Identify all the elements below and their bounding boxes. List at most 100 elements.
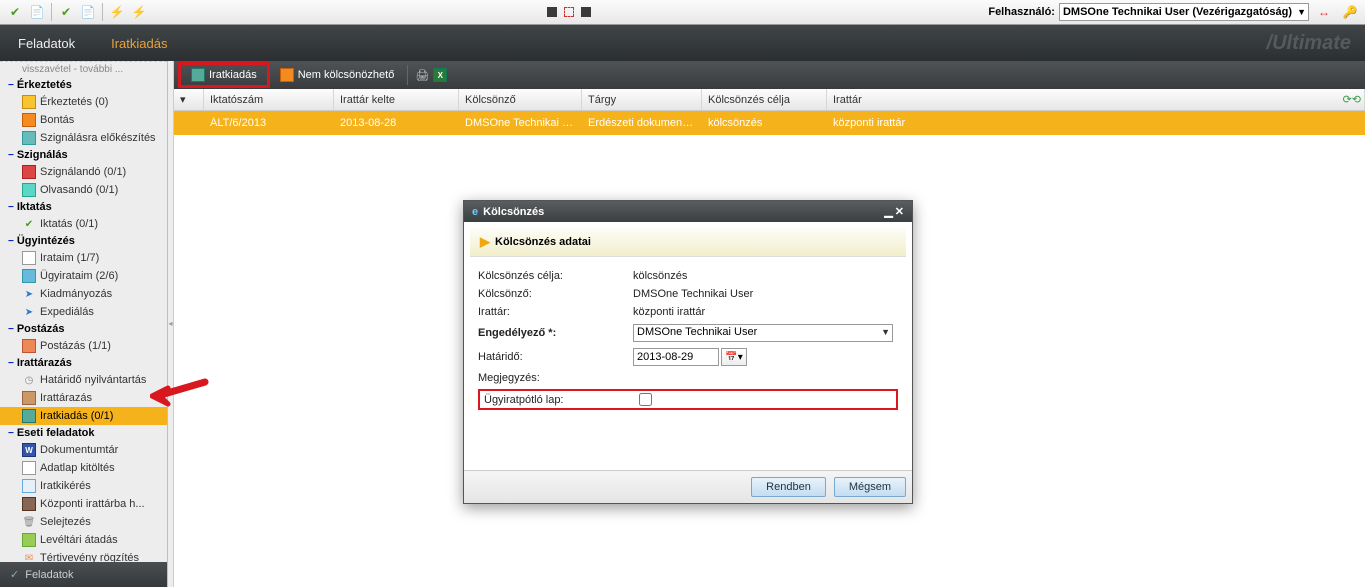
collapse-icon: − [8, 428, 14, 439]
sidebar-item-irattarazas[interactable]: Irattárazás [0, 389, 167, 407]
sidebar-item-szignalasra[interactable]: Szignálásra előkészítés [0, 129, 167, 147]
sidebar-item-ugyirataim[interactable]: Ügyirataim (2/6) [0, 267, 167, 285]
table-row[interactable]: ÁLT/6/2013 2013-08-28 DMSOne Technikai U… [174, 111, 1365, 135]
dialog-titlebar[interactable]: e Kölcsönzés ▁ ✕ [464, 201, 912, 222]
th-irattar[interactable]: Irattár [827, 89, 1365, 110]
separator [51, 3, 52, 21]
th-celja[interactable]: Kölcsönzés célja [702, 89, 827, 110]
sidebar-item-iktatas[interactable]: ✔Iktatás (0/1) [0, 215, 167, 233]
dialog-spacer [464, 418, 912, 470]
separator [407, 65, 408, 85]
sidebar-item-iratkikeres[interactable]: Iratkikérés [0, 477, 167, 495]
th-selector[interactable]: ▾ [174, 89, 204, 110]
hatarido-input[interactable] [633, 348, 719, 366]
sidebar-item-dokumentumtar[interactable]: WDokumentumtár [0, 441, 167, 459]
search-doc-icon [22, 479, 36, 493]
sidebar-item-erkeztetes[interactable]: Érkeztetés (0) [0, 93, 167, 111]
clock-icon: ◷ [22, 373, 36, 387]
bolt-icon[interactable]: ⚡ [131, 4, 147, 20]
th-kelte[interactable]: Irattár kelte [334, 89, 459, 110]
sidebar-group-erkeztetes[interactable]: −Érkeztetés [0, 77, 167, 93]
window-icon[interactable] [547, 7, 557, 17]
sidebar-item-bontas[interactable]: Bontás [0, 111, 167, 129]
dialog-footer: Rendben Mégsem [464, 470, 912, 503]
archive-icon [22, 497, 36, 511]
nem-kolcsonozheto-button[interactable]: Nem kölcsönözhető [274, 66, 401, 84]
sidebar-group-iktatas[interactable]: −Iktatás [0, 199, 167, 215]
row-hatarido: Határidő: 📅▾ [478, 345, 898, 369]
sidebar-item-olvasando[interactable]: Olvasandó (0/1) [0, 181, 167, 199]
dialog-title: Kölcsönzés [483, 206, 544, 218]
sidebar: visszavétel - további ... −Érkeztetés Ér… [0, 61, 168, 587]
doc-icon [22, 131, 36, 145]
doc-icon [22, 251, 36, 265]
user-select[interactable]: DMSOne Technikai User (Vezérigazgatóság) [1059, 3, 1309, 21]
sidebar-group-szignalas[interactable]: −Szignálás [0, 147, 167, 163]
flag-icon [22, 165, 36, 179]
check-icon[interactable]: ✔ [7, 4, 23, 20]
label-megjegyzes: Megjegyzés: [478, 372, 633, 384]
iratkiadas-button[interactable]: Iratkiadás [185, 66, 263, 84]
sidebar-item-tertiveveny[interactable]: ✉Tértivevény rögzítés [0, 549, 167, 562]
engedelyezo-select[interactable]: DMSOne Technikai User [633, 324, 893, 342]
sidebar-item-postazas[interactable]: Postázás (1/1) [0, 337, 167, 355]
sidebar-item-irataim[interactable]: Irataim (1/7) [0, 249, 167, 267]
docs-icon [22, 269, 36, 283]
row-kolcsonzo: Kölcsönző: DMSOne Technikai User [478, 285, 898, 303]
logout-icon[interactable]: ↔ [1316, 4, 1332, 20]
collapse-icon: − [8, 358, 14, 369]
doc-icon[interactable]: 📄 [29, 4, 45, 20]
sidebar-item-kozponti[interactable]: Központi irattárba h... [0, 495, 167, 513]
window-dashed-icon[interactable] [564, 7, 574, 17]
date-picker-button[interactable]: 📅▾ [721, 348, 747, 366]
arrow-icon: ➤ [22, 287, 36, 301]
receipt-icon: ✉ [22, 551, 36, 562]
sidebar-item-szignalando[interactable]: Szignálandó (0/1) [0, 163, 167, 181]
sidebar-item-iratkiadas[interactable]: Iratkiadás (0/1) [0, 407, 167, 425]
print-icon[interactable]: 🖨 [415, 68, 429, 82]
key-icon[interactable]: 🔑 [1342, 4, 1358, 20]
excel-icon[interactable]: X [433, 68, 447, 82]
label-hatarido: Határidő: [478, 351, 633, 363]
rendben-button[interactable]: Rendben [751, 477, 826, 497]
th-kolcsonzo[interactable]: Kölcsönző [459, 89, 582, 110]
user-label: Felhasználó: [988, 6, 1055, 18]
ugyiratpotlo-checkbox[interactable] [639, 393, 652, 406]
row-ugyiratpotlo: Ügyiratpótló lap: [478, 389, 898, 410]
sidebar-item-hatarido[interactable]: ◷Határidő nyilvántartás [0, 371, 167, 389]
action-bar: Iratkiadás Nem kölcsönözhető 🖨 X [174, 61, 1365, 89]
check-icon: ✔ [22, 217, 36, 231]
mail-icon [22, 339, 36, 353]
row-irattar: Irattár: központi irattár [478, 303, 898, 321]
check-icon[interactable]: ✔ [58, 4, 74, 20]
window-icon[interactable] [581, 7, 591, 17]
sidebar-item-kiadmanyzas[interactable]: ➤Kiadmányozás [0, 285, 167, 303]
label-irattar: Irattár: [478, 306, 633, 318]
tab-iratkiadas[interactable]: Iratkiadás [93, 25, 185, 61]
label-engedelyezo: Engedélyező *: [478, 327, 633, 339]
td-irattar: központi irattár [827, 117, 1365, 129]
th-targy[interactable]: Tárgy [582, 89, 702, 110]
megsem-button[interactable]: Mégsem [834, 477, 906, 497]
row-engedelyezo: Engedélyező *: DMSOne Technikai User [478, 321, 898, 345]
sidebar-group-ugyintezes[interactable]: −Ügyintézés [0, 233, 167, 249]
sidebar-group-irattarazas[interactable]: −Irattárazás [0, 355, 167, 371]
sidebar-footer[interactable]: ✓ Feladatok [0, 562, 167, 587]
sidebar-item-selejtezes[interactable]: 🗑Selejtezés [0, 513, 167, 531]
doc-icon[interactable]: 📄 [80, 4, 96, 20]
sidebar-past-item[interactable]: visszavétel - további ... [0, 61, 167, 77]
bolt-icon[interactable]: ⚡ [109, 4, 125, 20]
th-iktatoszam[interactable]: Iktatószám [204, 89, 334, 110]
close-icon[interactable]: ✕ [895, 205, 904, 218]
sidebar-group-eseti[interactable]: −Eseti feladatok [0, 425, 167, 441]
sidebar-item-adatlap[interactable]: Adatlap kitöltés [0, 459, 167, 477]
refresh-icon[interactable]: ⟳⟲ [1343, 93, 1361, 106]
minimize-icon[interactable]: ▁ [884, 205, 892, 218]
check-icon: ✓ [10, 568, 19, 581]
sidebar-item-leveltar[interactable]: Levéltári átadás [0, 531, 167, 549]
td-kelte: 2013-08-28 [334, 117, 459, 129]
tab-feladatok[interactable]: Feladatok [0, 25, 93, 61]
label-celja: Kölcsönzés célja: [478, 270, 633, 282]
sidebar-item-expedialas[interactable]: ➤Expediálás [0, 303, 167, 321]
sidebar-group-postazas[interactable]: −Postázás [0, 321, 167, 337]
